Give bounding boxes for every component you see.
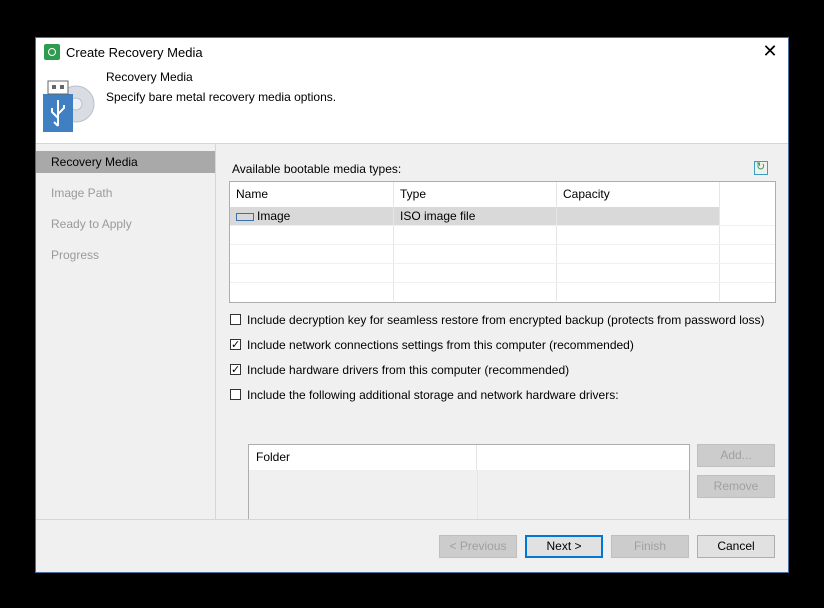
table-cell-capacity: [557, 207, 720, 225]
network-settings-option[interactable]: Include network connections settings fro…: [230, 337, 634, 353]
usb-disc-icon: [43, 80, 95, 132]
table-header: Folder: [249, 445, 689, 470]
sidebar-item-progress[interactable]: Progress: [36, 244, 215, 266]
main-panel: Available bootable media types: Name Typ…: [216, 144, 788, 546]
network-settings-label: Include network connections settings fro…: [247, 338, 634, 352]
hardware-drivers-option[interactable]: Include hardware drivers from this compu…: [230, 362, 569, 378]
decryption-key-option[interactable]: Include decryption key for seamless rest…: [230, 312, 765, 328]
column-header-folder[interactable]: Folder: [249, 445, 477, 470]
additional-drivers-label: Include the following additional storage…: [247, 388, 619, 402]
dialog-window: Create Recovery Media ✕ Recovery Media S…: [35, 37, 789, 573]
additional-drivers-checkbox[interactable]: [230, 389, 241, 401]
empty-row: [230, 264, 775, 283]
empty-row: [230, 283, 775, 301]
decryption-key-label: Include decryption key for seamless rest…: [247, 313, 765, 327]
sidebar-item-ready-to-apply[interactable]: Ready to Apply: [36, 213, 215, 235]
empty-row: [230, 226, 775, 245]
sidebar-item-recovery-media[interactable]: Recovery Media: [36, 151, 215, 173]
refresh-icon[interactable]: [754, 160, 768, 175]
hardware-drivers-checkbox[interactable]: [230, 362, 241, 378]
app-logo-icon: [44, 44, 60, 60]
title-bar: Create Recovery Media ✕: [36, 38, 788, 66]
previous-button[interactable]: < Previous: [439, 535, 517, 558]
empty-row: [230, 245, 775, 264]
close-icon[interactable]: ✕: [760, 41, 780, 61]
disk-image-icon: [236, 212, 254, 221]
decryption-key-checkbox[interactable]: [230, 314, 241, 326]
footer-bar: < Previous Next > Finish Cancel: [36, 520, 788, 572]
remove-driver-button[interactable]: Remove: [697, 475, 775, 498]
column-header-type[interactable]: Type: [394, 182, 557, 207]
header-subtitle: Specify bare metal recovery media option…: [106, 90, 337, 104]
network-settings-checkbox[interactable]: [230, 337, 241, 353]
media-types-label: Available bootable media types:: [232, 162, 402, 176]
next-button[interactable]: Next >: [525, 535, 603, 558]
sidebar-item-image-path[interactable]: Image Path: [36, 182, 215, 204]
row-name: Image: [257, 209, 291, 223]
table-cell-type: ISO image file: [394, 207, 557, 225]
cancel-button[interactable]: Cancel: [697, 535, 775, 558]
add-driver-button[interactable]: Add...: [697, 444, 775, 467]
hardware-drivers-label: Include hardware drivers from this compu…: [247, 363, 570, 377]
table-row[interactable]: Image ISO image file: [230, 207, 775, 226]
column-header-capacity[interactable]: Capacity: [557, 182, 720, 207]
table-header: Name Type Capacity: [230, 182, 775, 207]
additional-drivers-option[interactable]: Include the following additional storage…: [230, 387, 619, 403]
header-title: Recovery Media: [106, 70, 193, 84]
footer-divider: [36, 519, 788, 520]
column-header-name[interactable]: Name: [230, 182, 394, 207]
media-types-table[interactable]: Name Type Capacity Image ISO image file: [229, 181, 776, 303]
wizard-sidebar: Recovery Media Image Path Ready to Apply…: [36, 144, 216, 519]
window-title: Create Recovery Media: [66, 45, 203, 60]
finish-button[interactable]: Finish: [611, 535, 689, 558]
table-cell-name: Image: [230, 207, 394, 225]
